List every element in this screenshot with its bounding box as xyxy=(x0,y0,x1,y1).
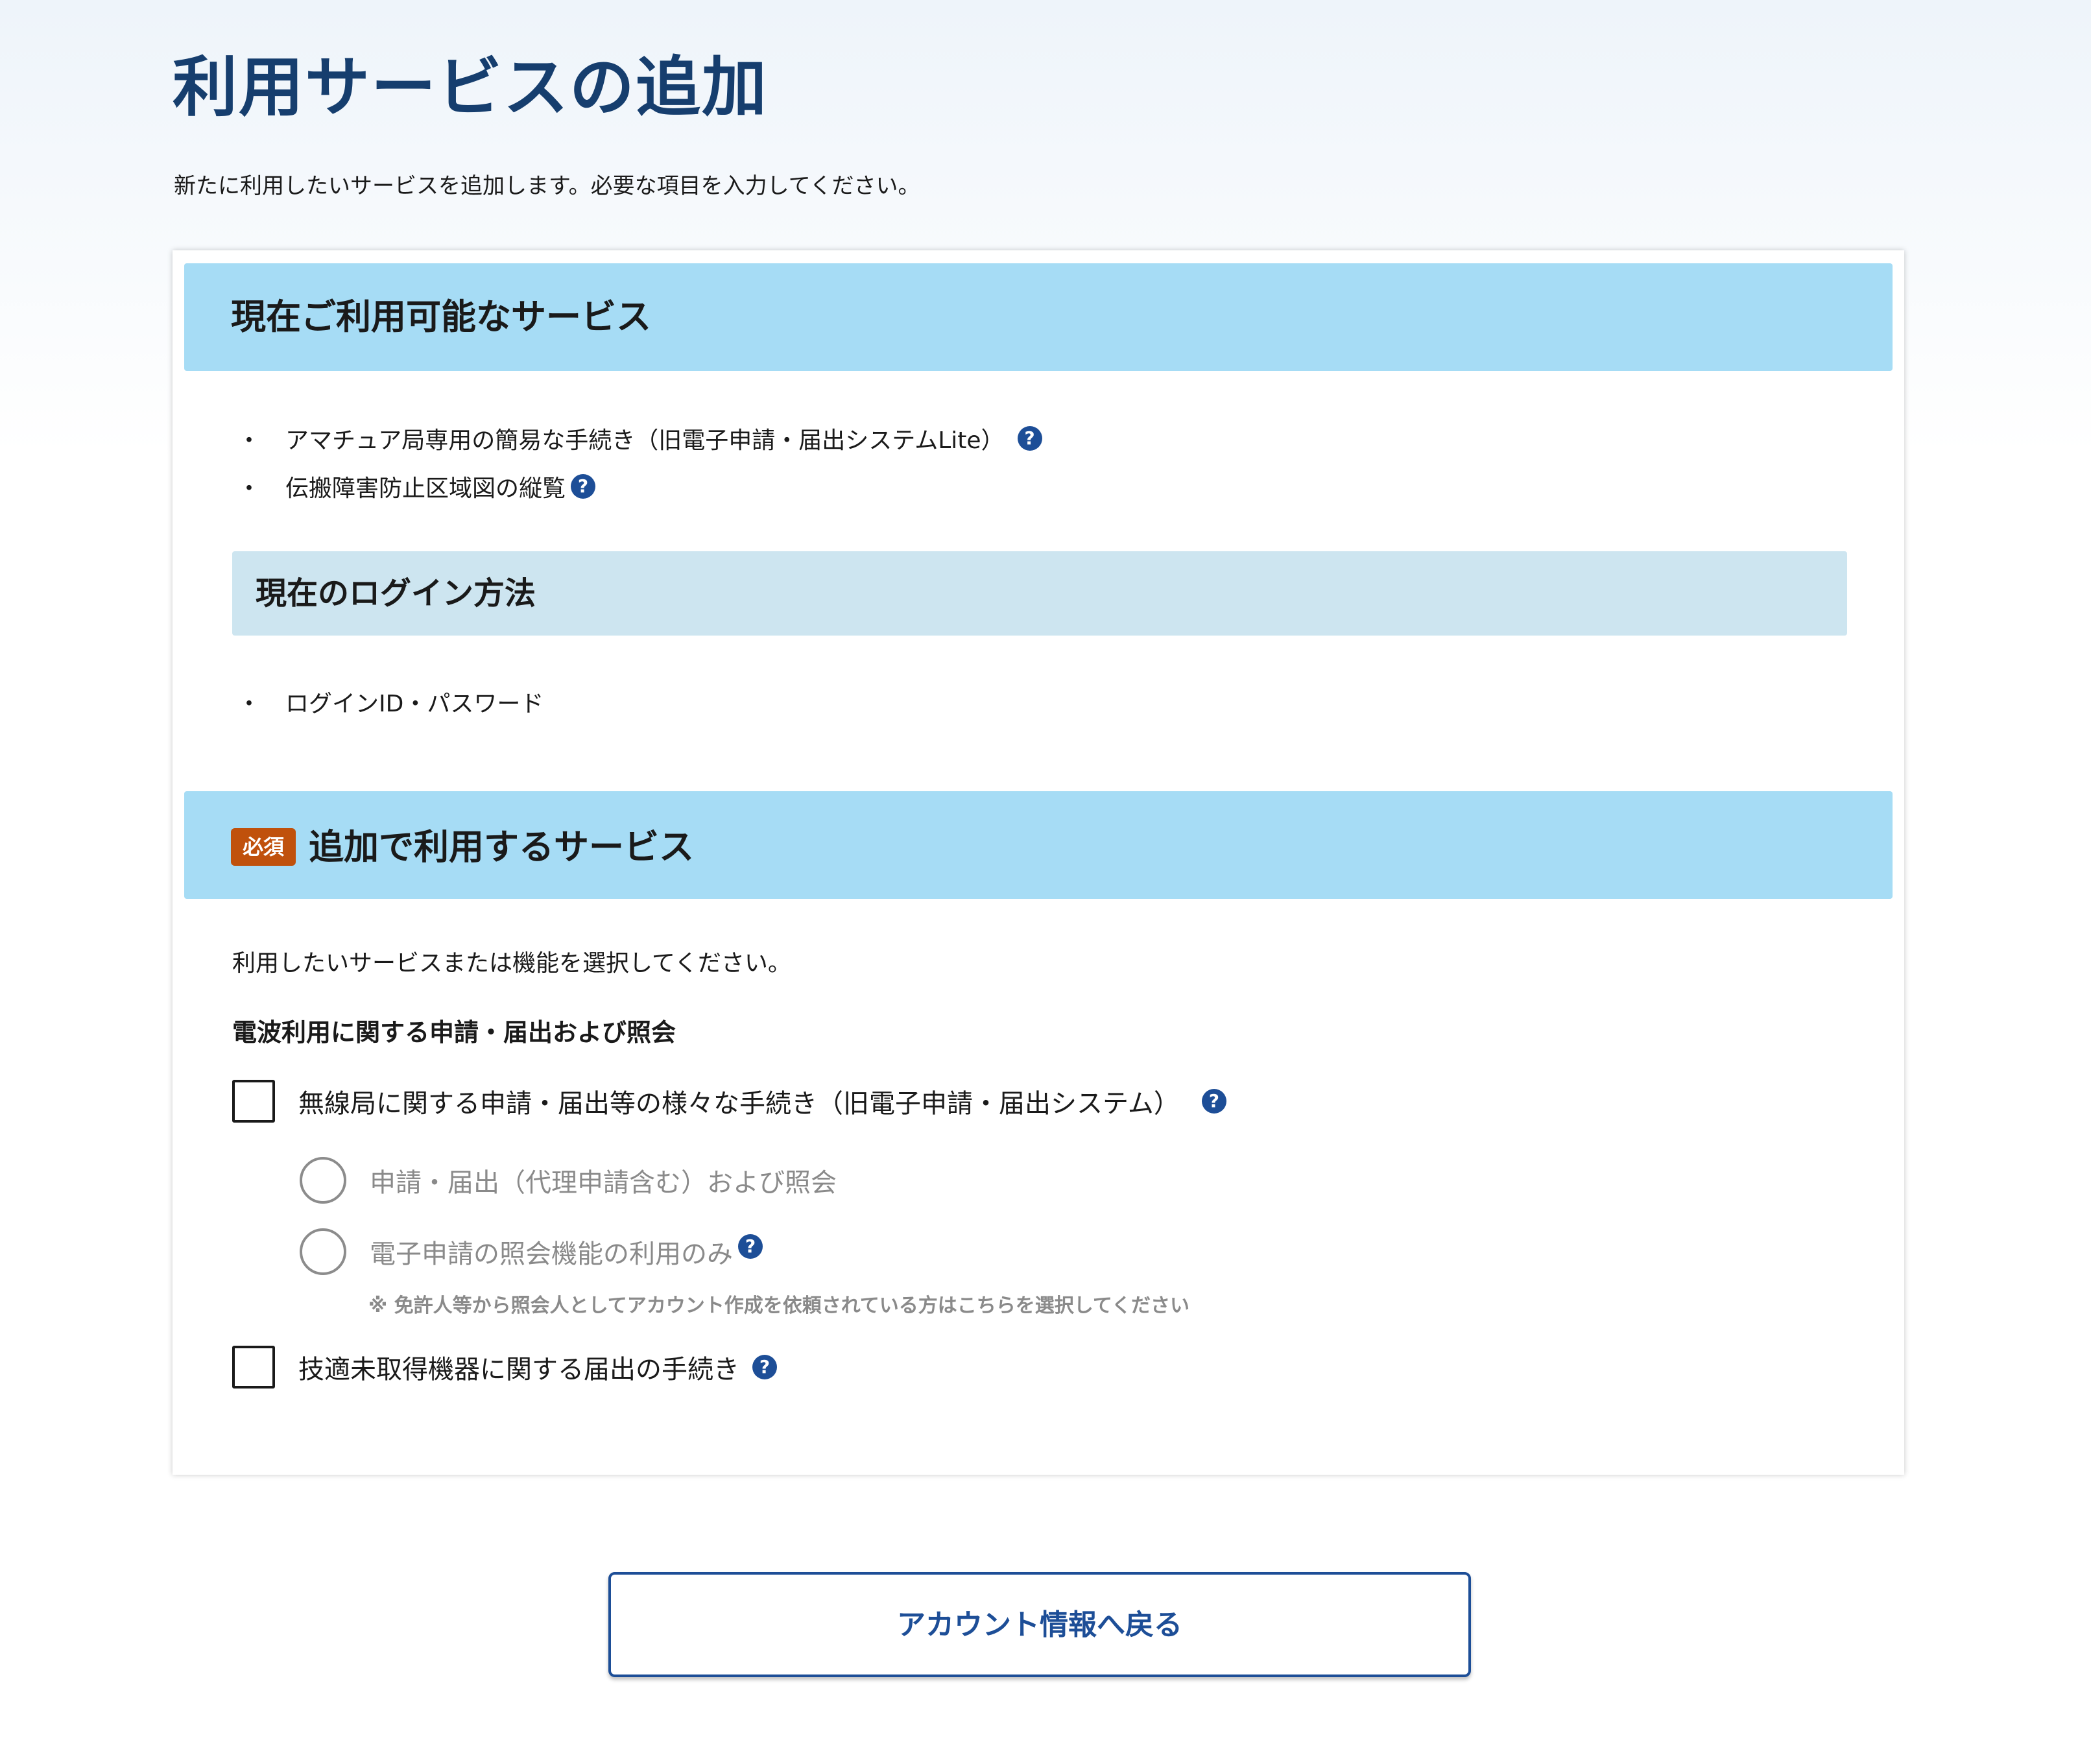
required-badge: 必須 xyxy=(231,828,296,866)
suboption-apply-label[interactable]: 申請・届出（代理申請含む）および照会 xyxy=(370,1162,837,1199)
add-services-header: 必須 追加で利用するサービス xyxy=(184,791,1893,899)
inquirer-note: ※ 免許人等から照会人としてアカウント作成を依頼されている方はこちらを選択してく… xyxy=(368,1294,1190,1317)
question-circle-icon[interactable]: ? xyxy=(738,1234,763,1259)
current-service-label: 伝搬障害防止区域図の縦覧 xyxy=(285,475,566,502)
current-service-item-amateur: ・ アマチュア局専用の簡易な手続き（旧電子申請・届出システムLite） ? xyxy=(237,419,1042,458)
option-wireless-label[interactable]: 無線局に関する申請・届出等の様々な手続き（旧電子申請・届出システム） xyxy=(298,1082,1180,1120)
bullet-icon: ・ xyxy=(237,691,261,717)
suboption-apply-and-inquire[interactable]: 申請・届出（代理申請含む）および照会 xyxy=(300,1156,837,1205)
page-title: 利用サービスの追加 xyxy=(173,49,768,125)
add-services-title: 追加で利用するサービス xyxy=(309,826,695,868)
bullet-icon: ・ xyxy=(237,475,261,502)
question-circle-icon[interactable]: ? xyxy=(571,474,596,499)
suboption-inquire-only[interactable]: 電子申請の照会機能の利用のみ ? xyxy=(300,1227,763,1276)
option-device-label[interactable]: 技適未取得機器に関する届出の手続き xyxy=(298,1348,739,1386)
add-services-title-row: 必須 追加で利用するサービス xyxy=(231,791,694,899)
option-uncertified-device[interactable]: 技適未取得機器に関する届出の手続き ? xyxy=(232,1344,777,1390)
add-services-instruction: 利用したいサービスまたは機能を選択してください。 xyxy=(232,950,791,977)
back-to-account-button[interactable]: アカウント情報へ戻る xyxy=(608,1572,1471,1677)
current-service-item-zone-map: ・ 伝搬障害防止区域図の縦覧 ? xyxy=(237,467,596,506)
question-circle-icon[interactable]: ? xyxy=(1017,426,1042,451)
radio-use-group-title: 電波利用に関する申請・届出および照会 xyxy=(232,1018,676,1047)
service-form-card: 現在ご利用可能なサービス ・ アマチュア局専用の簡易な手続き（旧電子申請・届出シ… xyxy=(173,250,1904,1475)
checkbox-icon[interactable] xyxy=(232,1346,275,1389)
radio-icon[interactable] xyxy=(300,1228,346,1275)
login-method-item: ・ ログインID・パスワード xyxy=(237,682,544,721)
current-services-title: 現在ご利用可能なサービス xyxy=(231,296,651,337)
question-circle-icon[interactable]: ? xyxy=(752,1355,777,1379)
login-method-title: 現在のログイン方法 xyxy=(256,575,536,612)
radio-icon[interactable] xyxy=(300,1157,346,1204)
question-circle-icon[interactable]: ? xyxy=(1201,1089,1226,1114)
option-wireless-station[interactable]: 無線局に関する申請・届出等の様々な手続き（旧電子申請・届出システム） ? xyxy=(232,1078,1226,1125)
suboption-inquire-label[interactable]: 電子申請の照会機能の利用のみ xyxy=(370,1233,733,1270)
page-description: 新たに利用したいサービスを追加します。必要な項目を入力してください。 xyxy=(174,173,920,199)
current-services-header: 現在ご利用可能なサービス xyxy=(184,263,1893,371)
login-method-label: ログインID・パスワード xyxy=(285,691,544,717)
checkbox-icon[interactable] xyxy=(232,1080,275,1123)
bullet-icon: ・ xyxy=(237,427,261,454)
login-method-header: 現在のログイン方法 xyxy=(232,551,1847,636)
current-service-label: アマチュア局専用の簡易な手続き（旧電子申請・届出システムLite） xyxy=(285,427,1005,454)
